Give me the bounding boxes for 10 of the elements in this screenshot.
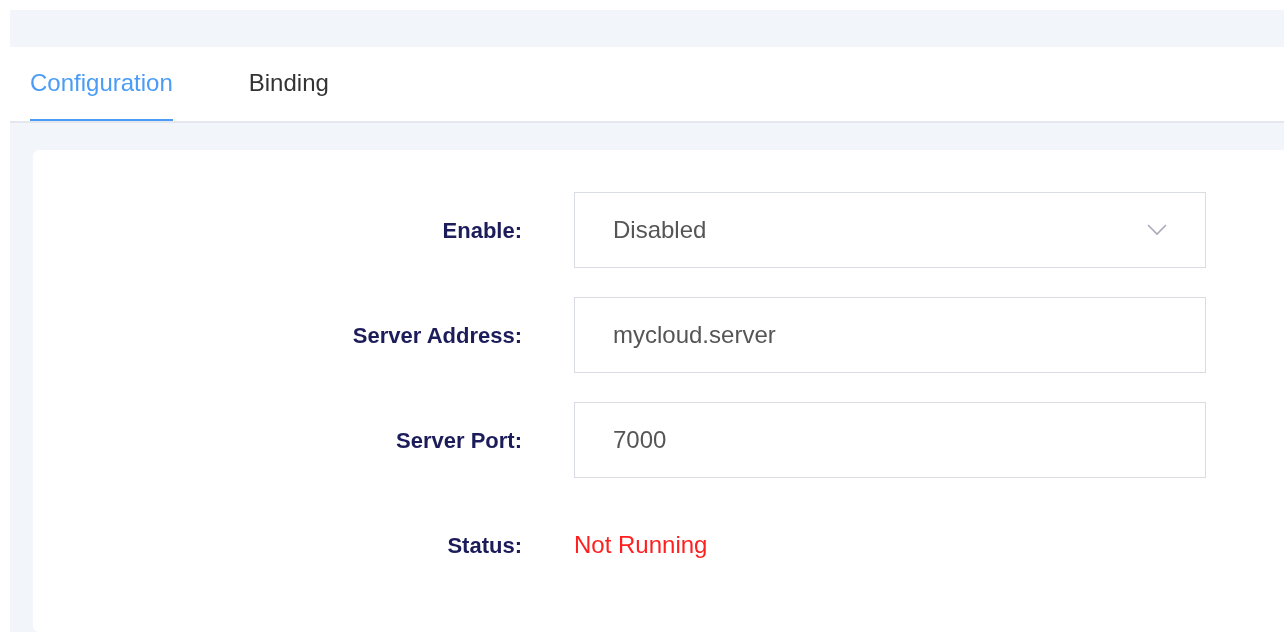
status-value: Not Running: [574, 530, 708, 560]
tab[interactable]: Binding: [248, 47, 329, 121]
status-label: Status:: [446, 531, 522, 560]
enable-select[interactable]: Disabled: [574, 192, 1206, 268]
field-label: Server Address:: [351, 321, 522, 350]
chevron-down-icon: [1147, 224, 1167, 236]
input-field[interactable]: mycloud.server: [574, 297, 1206, 373]
field-label: Enable:: [441, 216, 522, 245]
input-field[interactable]: 7000: [574, 402, 1206, 478]
field-label: Server Port:: [395, 426, 522, 455]
